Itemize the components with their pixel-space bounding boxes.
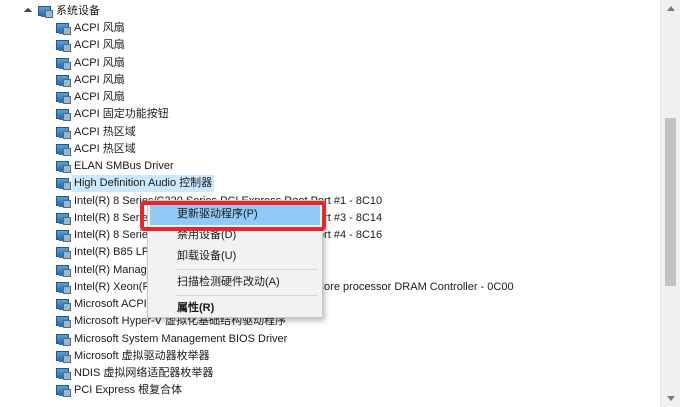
scroll-up-arrow-icon[interactable] [661,0,680,17]
tree-item[interactable]: ACPI 固定功能按钮 [55,106,171,123]
system-device-icon [55,383,71,398]
tree-item[interactable]: ACPI 风扇 [55,89,127,106]
menu-item-update-driver[interactable]: 更新驱动程序(P) [150,204,320,225]
system-device-icon [55,38,71,53]
tree-item-label: ACPI 风扇 [74,39,125,52]
system-device-icon [55,263,71,277]
tree-item-label: ACPI 风扇 [74,91,125,103]
system-device-icon [55,73,71,87]
tree-item-label: ACPI 风扇 [74,56,125,69]
menu-item-properties[interactable]: 属性(R) [150,298,320,319]
system-device-icon [55,228,71,242]
tree-item[interactable]: NDIS 虚拟网络适配器枚举器 [55,365,215,382]
system-device-icon [55,332,71,346]
system-device-icon [55,297,71,311]
tree-item[interactable]: Microsoft 虚拟驱动器枚举器 [55,348,212,365]
tree-item[interactable]: Microsoft System Management BIOS Driver [55,331,289,348]
device-tree[interactable]: 系统设备 ACPI 风扇 ACPI 风扇 ACPI 风扇 ACPI 风扇 ACPI 风扇… [0,0,661,407]
tree-item-label: Microsoft System Management BIOS Driver [74,332,288,345]
scroll-down-arrow-icon[interactable] [661,390,680,407]
scrollbar-thumb[interactable] [665,118,676,286]
tree-item[interactable]: ACPI 热区域 [55,124,138,141]
system-device-icon [55,349,71,363]
tree-item-label: ACPI 热区域 [74,125,136,138]
system-device-icon [37,4,53,18]
tree-item[interactable]: PCI Express 根复合体 [55,382,184,399]
tree-item-label: ACPI 热区域 [74,142,136,155]
system-device-icon [55,159,71,173]
system-device-icon [55,90,71,104]
system-device-icon [55,314,71,329]
tree-item-label: ACPI 风扇 [74,73,125,86]
expand-collapse-arrow-icon[interactable] [22,3,36,20]
tree-item[interactable]: High Definition Audio 控制器 [55,175,215,193]
system-device-icon [55,194,71,208]
system-device-icon [55,56,71,70]
system-device-icon [55,280,71,294]
tree-item-label: Microsoft 虚拟驱动器枚举器 [74,349,210,362]
system-device-icon [55,211,71,225]
tree-item[interactable]: ACPI 热区域 [55,141,138,158]
system-device-icon [55,107,71,122]
system-device-icon [55,176,71,191]
tree-category-label: 系统设备 [56,5,100,17]
tree-item-label: PCI Express 根复合体 [74,384,183,397]
tree-item[interactable]: ELAN SMBus Driver [55,158,176,175]
tree-category-system-devices[interactable]: 系统设备 [22,3,102,20]
tree-item-label: ACPI 固定功能按钮 [74,108,169,121]
system-device-icon [55,142,71,156]
menu-separator [175,295,318,296]
menu-item-scan-hardware-changes[interactable]: 扫描检测硬件改动(A) [150,272,320,293]
tree-item-label: ELAN SMBus Driver [74,160,174,172]
system-device-icon [55,21,71,35]
tree-item-label: NDIS 虚拟网络适配器枚举器 [74,367,214,379]
tree-item[interactable]: ACPI 风扇 [55,37,127,54]
menu-item-disable-device[interactable]: 禁用设备(D) [150,225,320,246]
tree-item-label: High Definition Audio 控制器 [72,175,215,193]
tree-item-label: ACPI 风扇 [74,22,125,34]
menu-separator [175,269,318,270]
system-device-icon [55,245,71,260]
context-menu: 更新驱动程序(P) 禁用设备(D) 卸载设备(U) 扫描检测硬件改动(A) 属性(R) [147,200,323,318]
system-device-icon [55,125,71,139]
system-device-icon [55,366,71,380]
tree-item[interactable]: ACPI 风扇 [55,72,127,89]
menu-item-uninstall-device[interactable]: 卸载设备(U) [150,246,320,267]
tree-item[interactable]: ACPI 风扇 [55,55,127,72]
tree-item[interactable]: ACPI 风扇 [55,20,127,37]
vertical-scrollbar[interactable] [660,0,680,407]
